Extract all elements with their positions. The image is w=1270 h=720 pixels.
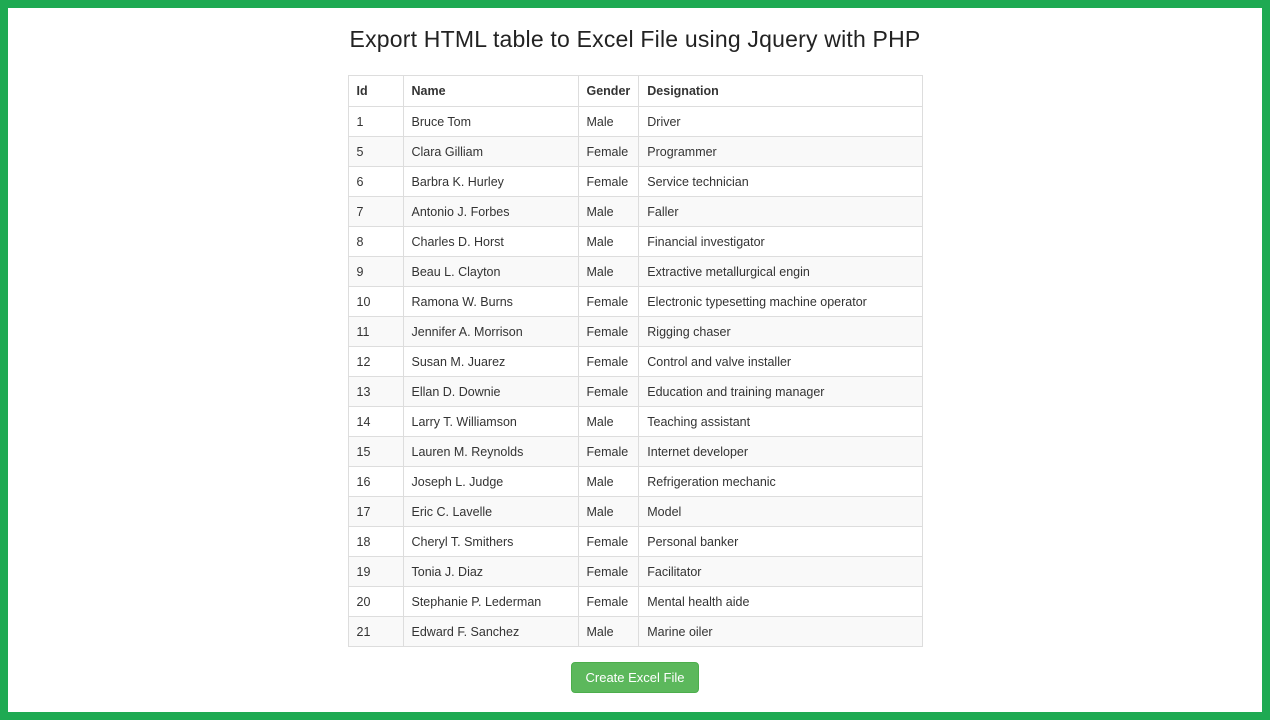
cell-gender: Female [578,437,639,467]
cell-name: Joseph L. Judge [403,467,578,497]
cell-gender: Male [578,197,639,227]
cell-name: Edward F. Sanchez [403,617,578,647]
cell-gender: Female [578,587,639,617]
table-row: 13Ellan D. DownieFemaleEducation and tra… [348,377,922,407]
cell-gender: Male [578,617,639,647]
cell-designation: Internet developer [639,437,922,467]
cell-name: Cheryl T. Smithers [403,527,578,557]
table-row: 17Eric C. LavelleMaleModel [348,497,922,527]
cell-name: Charles D. Horst [403,227,578,257]
cell-designation: Programmer [639,137,922,167]
create-excel-button[interactable]: Create Excel File [571,662,700,693]
cell-designation: Faller [639,197,922,227]
cell-name: Tonia J. Diaz [403,557,578,587]
cell-id: 6 [348,167,403,197]
cell-gender: Female [578,347,639,377]
table-row: 5Clara GilliamFemaleProgrammer [348,137,922,167]
table-row: 10Ramona W. BurnsFemaleElectronic typese… [348,287,922,317]
cell-name: Barbra K. Hurley [403,167,578,197]
cell-name: Stephanie P. Lederman [403,587,578,617]
cell-designation: Mental health aide [639,587,922,617]
cell-id: 9 [348,257,403,287]
table-row: 14Larry T. WilliamsonMaleTeaching assist… [348,407,922,437]
cell-name: Larry T. Williamson [403,407,578,437]
cell-id: 18 [348,527,403,557]
cell-designation: Driver [639,107,922,137]
cell-gender: Female [578,557,639,587]
cell-gender: Female [578,167,639,197]
col-header-name: Name [403,76,578,107]
table-row: 12Susan M. JuarezFemaleControl and valve… [348,347,922,377]
cell-gender: Male [578,497,639,527]
table-row: 9Beau L. ClaytonMaleExtractive metallurg… [348,257,922,287]
table-row: 1Bruce TomMaleDriver [348,107,922,137]
cell-designation: Control and valve installer [639,347,922,377]
cell-gender: Male [578,257,639,287]
cell-name: Beau L. Clayton [403,257,578,287]
page-title: Export HTML table to Excel File using Jq… [350,26,921,53]
cell-name: Bruce Tom [403,107,578,137]
cell-id: 15 [348,437,403,467]
cell-name: Clara Gilliam [403,137,578,167]
table-row: 15Lauren M. ReynoldsFemaleInternet devel… [348,437,922,467]
cell-designation: Personal banker [639,527,922,557]
cell-id: 12 [348,347,403,377]
cell-id: 16 [348,467,403,497]
cell-designation: Refrigeration mechanic [639,467,922,497]
table-row: 11Jennifer A. MorrisonFemaleRigging chas… [348,317,922,347]
cell-designation: Service technician [639,167,922,197]
table-row: 16Joseph L. JudgeMaleRefrigeration mecha… [348,467,922,497]
col-header-gender: Gender [578,76,639,107]
cell-designation: Financial investigator [639,227,922,257]
table-header-row: Id Name Gender Designation [348,76,922,107]
cell-gender: Male [578,227,639,257]
table-row: 18Cheryl T. SmithersFemalePersonal banke… [348,527,922,557]
cell-id: 14 [348,407,403,437]
cell-gender: Female [578,377,639,407]
cell-id: 10 [348,287,403,317]
cell-designation: Extractive metallurgical engin [639,257,922,287]
cell-gender: Female [578,137,639,167]
cell-name: Eric C. Lavelle [403,497,578,527]
cell-id: 11 [348,317,403,347]
cell-designation: Marine oiler [639,617,922,647]
cell-gender: Female [578,317,639,347]
cell-designation: Facilitator [639,557,922,587]
cell-name: Antonio J. Forbes [403,197,578,227]
cell-name: Jennifer A. Morrison [403,317,578,347]
cell-designation: Education and training manager [639,377,922,407]
cell-designation: Model [639,497,922,527]
table-row: 8Charles D. HorstMaleFinancial investiga… [348,227,922,257]
cell-id: 20 [348,587,403,617]
cell-gender: Male [578,107,639,137]
cell-designation: Electronic typesetting machine operator [639,287,922,317]
table-row: 6Barbra K. HurleyFemaleService technicia… [348,167,922,197]
cell-name: Lauren M. Reynolds [403,437,578,467]
table-row: 21Edward F. SanchezMaleMarine oiler [348,617,922,647]
cell-id: 21 [348,617,403,647]
cell-designation: Rigging chaser [639,317,922,347]
col-header-designation: Designation [639,76,922,107]
cell-name: Ramona W. Burns [403,287,578,317]
cell-id: 1 [348,107,403,137]
col-header-id: Id [348,76,403,107]
table-row: 19Tonia J. DiazFemaleFacilitator [348,557,922,587]
cell-id: 13 [348,377,403,407]
data-table: Id Name Gender Designation 1Bruce TomMal… [348,75,923,647]
cell-designation: Teaching assistant [639,407,922,437]
cell-gender: Male [578,407,639,437]
table-row: 20Stephanie P. LedermanFemaleMental heal… [348,587,922,617]
cell-name: Ellan D. Downie [403,377,578,407]
cell-name: Susan M. Juarez [403,347,578,377]
cell-id: 8 [348,227,403,257]
table-row: 7Antonio J. ForbesMaleFaller [348,197,922,227]
cell-id: 7 [348,197,403,227]
cell-gender: Male [578,467,639,497]
cell-id: 19 [348,557,403,587]
cell-id: 5 [348,137,403,167]
cell-gender: Female [578,287,639,317]
cell-id: 17 [348,497,403,527]
cell-gender: Female [578,527,639,557]
